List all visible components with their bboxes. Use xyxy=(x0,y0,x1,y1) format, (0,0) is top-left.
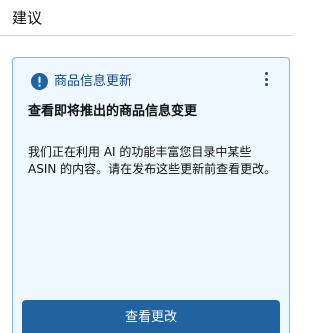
card-title: 查看即将推出的商品信息变更 xyxy=(28,104,198,119)
card-tag-label: 商品信息更新 xyxy=(54,73,133,89)
panel-title: 建议 xyxy=(12,9,43,27)
card-tag-row: 商品信息更新 xyxy=(31,71,132,91)
card-description: 我们正在利用 AI 的功能丰富您目录中某些 ASIN 的内容。请在发布这些更新前… xyxy=(28,145,277,176)
suggestions-panel: 建议 商品信息更新 查看即将推出的商品信息变更 我们正在利用 AI 的功能丰富您… xyxy=(0,0,293,333)
panel-header: 建议 xyxy=(0,0,293,36)
info-icon xyxy=(31,72,48,90)
view-changes-button[interactable]: 查看更改 xyxy=(22,300,280,333)
more-vertical-icon[interactable] xyxy=(263,70,269,88)
suggestion-card: 商品信息更新 查看即将推出的商品信息变更 我们正在利用 AI 的功能丰富您目录中… xyxy=(12,57,290,333)
